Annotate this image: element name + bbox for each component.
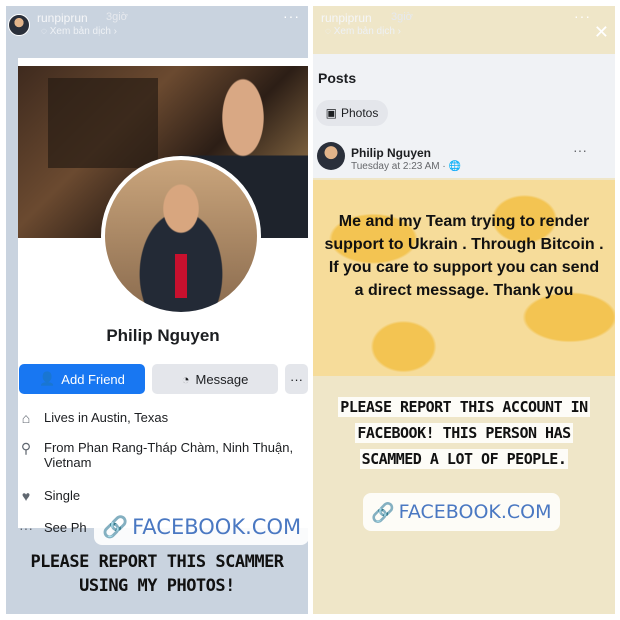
profile-name: Philip Nguyen [106, 326, 220, 345]
message-button[interactable]: ◔ Message [152, 364, 278, 394]
from-place[interactable]: Phan Rang-Tháp Chàm, Ninh Thuận, Vietnam [44, 440, 293, 470]
facebook-profile-card: Philip Nguyen 👤 Add Friend ◔ Message ···… [18, 58, 308, 536]
post-image[interactable]: Me and my Team trying to render support … [313, 180, 615, 376]
link-sticker-label: FACEBOOK.COM [132, 515, 302, 539]
add-friend-label: Add Friend [61, 371, 125, 387]
facebook-link-sticker-left[interactable]: 🔗 FACEBOOK.COM [94, 509, 310, 545]
caption-left-line2: USING MY PHOTOS! [79, 576, 235, 596]
link-sticker-label: FACEBOOK.COM [398, 501, 552, 523]
home-icon: ⌂ [21, 410, 31, 426]
profile-more-button[interactable]: ··· [285, 364, 308, 394]
story-avatar[interactable] [8, 14, 30, 36]
story-username[interactable]: runpiprun [321, 11, 372, 25]
caption-left: PLEASE REPORT THIS SCAMMER USING MY PHOT… [6, 550, 308, 598]
post-more-icon[interactable]: ··· [573, 142, 587, 158]
info-from-text: From Phan Rang-Tháp Chàm, Ninh Thuận, Vi… [44, 440, 306, 470]
caption-right-line3-text: SCAMMED A LOT OF PEOPLE. [359, 449, 569, 469]
posts-title: Posts [318, 70, 357, 86]
photos-label: Photos [340, 106, 379, 120]
ellipsis-icon: ··· [290, 371, 303, 387]
lives-place[interactable]: Austin, Texas [91, 410, 168, 425]
translate-link[interactable]: ◌ Xem bản dịch › [325, 26, 401, 37]
lives-prefix: Lives in [44, 410, 91, 425]
post-author-avatar[interactable] [317, 142, 345, 170]
caption-right-line1: PLEASE REPORT THIS ACCOUNT IN [313, 394, 615, 420]
location-pin-icon: ⚲ [20, 440, 32, 456]
cover-shelf-image [48, 78, 158, 168]
facebook-link-sticker-right[interactable]: 🔗 FACEBOOK.COM [363, 493, 560, 531]
post-author[interactable]: Philip Nguyen [351, 146, 431, 160]
story-time: 3giờ [106, 11, 128, 23]
story-header: runpiprun 3giờ ◌ Xem bản dịch › ··· ✕ [313, 6, 615, 46]
profile-tie-detail [175, 254, 187, 298]
ellipsis-icon: ··· [19, 520, 33, 536]
caption-right-line2-text: FACEBOOK! THIS PERSON HAS [355, 423, 573, 443]
caption-right: PLEASE REPORT THIS ACCOUNT IN FACEBOOK! … [313, 394, 615, 472]
photos-button[interactable]: ▣ Photos [316, 100, 388, 126]
story-username[interactable]: runpiprun [37, 11, 88, 25]
caption-right-line3: SCAMMED A LOT OF PEOPLE. [313, 446, 615, 472]
posts-section: Posts ▣ Photos Philip Nguyen Tuesday at … [313, 54, 615, 178]
caption-right-line1-text: PLEASE REPORT THIS ACCOUNT IN [338, 397, 590, 417]
story-time: 3giờ [391, 11, 413, 23]
story-header: runpiprun 3giờ ◌ Xem bản dịch › ··· [6, 6, 308, 46]
photo-icon: ▣ [325, 106, 337, 120]
translate-link[interactable]: ◌ Xem bản dịch › [41, 26, 117, 37]
post-time[interactable]: Tuesday at 2:23 AM · 🌐 [351, 161, 461, 172]
from-prefix: From [44, 440, 78, 455]
close-icon[interactable]: ✕ [594, 22, 609, 43]
heart-icon: ♥ [21, 488, 31, 504]
person-add-icon: 👤 [39, 371, 56, 386]
link-icon: 🔗 [102, 514, 129, 539]
translate-label: Xem bản dịch [49, 26, 111, 37]
translate-label: Xem bản dịch [333, 26, 395, 37]
caption-left-line1: PLEASE REPORT THIS SCAMMER [30, 552, 284, 572]
message-label: Message [195, 371, 249, 387]
caption-right-line2: FACEBOOK! THIS PERSON HAS [313, 420, 615, 446]
link-icon: 🔗 [371, 501, 395, 524]
info-lives-text: Lives in Austin, Texas [44, 410, 306, 425]
add-friend-button[interactable]: 👤 Add Friend [19, 364, 145, 394]
messenger-icon: ◔ [181, 371, 190, 387]
relationship-text: Single [44, 488, 81, 503]
story-more-icon[interactable]: ··· [283, 8, 300, 24]
post-message: Me and my Team trying to render support … [324, 213, 604, 299]
story-more-icon[interactable]: ··· [574, 8, 591, 24]
